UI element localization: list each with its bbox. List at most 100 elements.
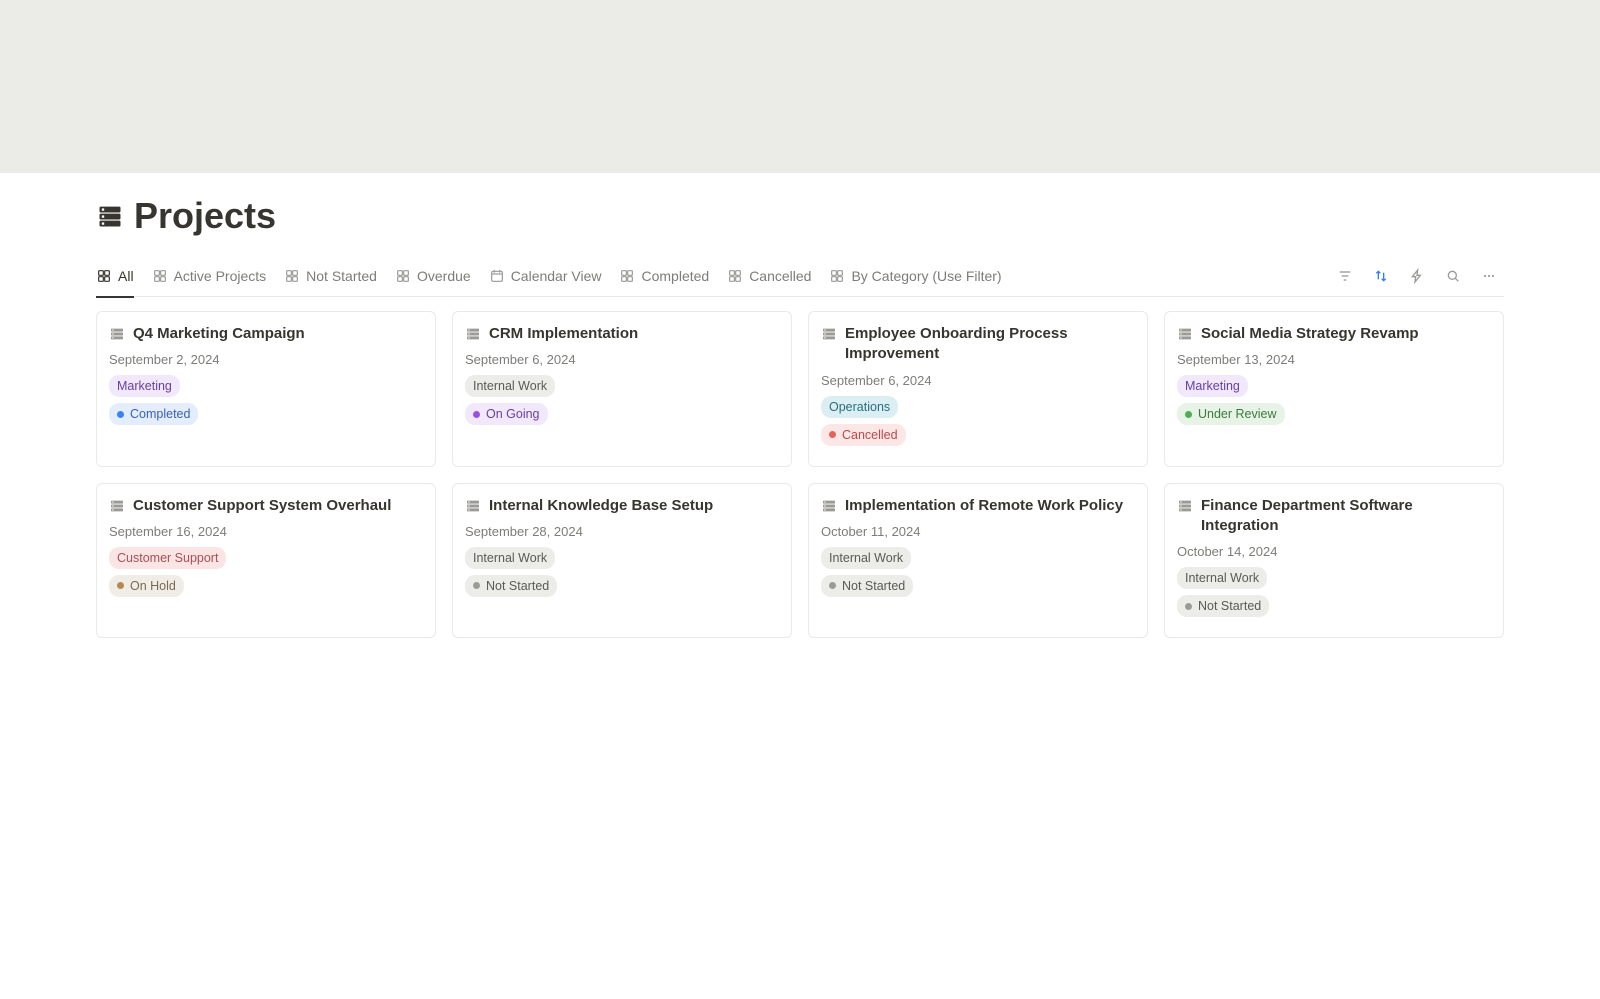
gallery-icon (152, 268, 168, 284)
list-icon (109, 496, 125, 514)
filter-icon[interactable] (1334, 265, 1356, 287)
category-label: Internal Work (473, 549, 547, 567)
list-icon (465, 496, 481, 514)
status-dot-icon (1185, 411, 1192, 418)
status-tag: Not Started (821, 575, 913, 597)
card-date: September 13, 2024 (1177, 352, 1491, 367)
card-date: September 6, 2024 (821, 373, 1135, 388)
list-icon (109, 324, 125, 342)
card-title: Customer Support System Overhaul (133, 496, 391, 516)
status-label: Not Started (842, 577, 905, 595)
tab-by-category-use-filter[interactable]: By Category (Use Filter) (829, 255, 1001, 297)
sort-icon[interactable] (1370, 265, 1392, 287)
tab-all[interactable]: All (96, 255, 134, 297)
status-tag: Not Started (1177, 595, 1269, 617)
gallery-icon (96, 268, 112, 284)
category-label: Marketing (117, 377, 172, 395)
search-icon[interactable] (1442, 265, 1464, 287)
card-title: CRM Implementation (489, 324, 638, 344)
calendar-icon (489, 268, 505, 284)
views-tabs: All Active Projects Not Started Overdue Cale… (96, 255, 1334, 297)
status-dot-icon (1185, 603, 1192, 610)
category-tag: Customer Support (109, 547, 226, 569)
status-tag: Completed (109, 403, 198, 425)
tab-label: Overdue (417, 268, 471, 284)
category-tag: Marketing (109, 375, 180, 397)
tab-cancelled[interactable]: Cancelled (727, 255, 811, 297)
list-icon (1177, 324, 1193, 342)
tab-completed[interactable]: Completed (619, 255, 709, 297)
project-card[interactable]: Internal Knowledge Base Setup September 2… (452, 483, 792, 639)
tab-calendar-view[interactable]: Calendar View (489, 255, 602, 297)
status-label: On Going (486, 405, 540, 423)
status-dot-icon (117, 582, 124, 589)
category-tag: Internal Work (821, 547, 911, 569)
status-label: Cancelled (842, 426, 898, 444)
category-label: Internal Work (829, 549, 903, 567)
gallery-icon (284, 268, 300, 284)
cards-grid: Q4 Marketing CampaignSeptember 2, 2024Ma… (96, 297, 1504, 638)
status-tag: Cancelled (821, 424, 906, 446)
project-card[interactable]: Social Media Strategy Revamp September 13… (1164, 311, 1504, 467)
tab-label: Active Projects (174, 268, 267, 284)
card-title: Internal Knowledge Base Setup (489, 496, 713, 516)
card-date: October 11, 2024 (821, 524, 1135, 539)
gallery-icon (619, 268, 635, 284)
project-card[interactable]: Q4 Marketing CampaignSeptember 2, 2024Ma… (96, 311, 436, 467)
category-tag: Marketing (1177, 375, 1248, 397)
status-tag: On Going (465, 403, 548, 425)
tab-label: All (118, 268, 134, 284)
card-date: September 2, 2024 (109, 352, 423, 367)
automation-icon[interactable] (1406, 265, 1428, 287)
category-tag: Internal Work (465, 375, 555, 397)
tab-active-projects[interactable]: Active Projects (152, 255, 267, 297)
project-card[interactable]: Finance Department Software Integration O… (1164, 483, 1504, 639)
tab-overdue[interactable]: Overdue (395, 255, 471, 297)
page-title-row: Projects (96, 173, 1504, 247)
status-dot-icon (473, 582, 480, 589)
category-tag: Internal Work (465, 547, 555, 569)
tab-label: Cancelled (749, 268, 811, 284)
category-label: Internal Work (1185, 569, 1259, 587)
project-card[interactable]: Employee Onboarding Process Improvement S… (808, 311, 1148, 467)
card-title: Implementation of Remote Work Policy (845, 496, 1123, 516)
category-label: Customer Support (117, 549, 218, 567)
list-icon (96, 202, 124, 230)
card-date: September 28, 2024 (465, 524, 779, 539)
tab-not-started[interactable]: Not Started (284, 255, 377, 297)
gallery-icon (395, 268, 411, 284)
card-title-row: Internal Knowledge Base Setup (465, 496, 779, 516)
card-title-row: Social Media Strategy Revamp (1177, 324, 1491, 344)
card-title-row: Employee Onboarding Process Improvement (821, 324, 1135, 365)
status-tag: Not Started (465, 575, 557, 597)
list-icon (821, 496, 837, 514)
page-cover (0, 0, 1600, 173)
card-title-row: Finance Department Software Integration (1177, 496, 1491, 537)
card-title: Social Media Strategy Revamp (1201, 324, 1419, 344)
card-title-row: Customer Support System Overhaul (109, 496, 423, 516)
category-label: Marketing (1185, 377, 1240, 395)
gallery-icon (829, 268, 845, 284)
status-dot-icon (117, 411, 124, 418)
status-label: Not Started (1198, 597, 1261, 615)
views-tabs-row: All Active Projects Not Started Overdue Cale… (96, 255, 1504, 297)
card-title: Finance Department Software Integration (1201, 496, 1491, 537)
status-label: Not Started (486, 577, 549, 595)
list-icon (1177, 496, 1193, 514)
status-label: Completed (130, 405, 190, 423)
project-card[interactable]: CRM Implementation September 6, 2024 Inter… (452, 311, 792, 467)
card-date: September 6, 2024 (465, 352, 779, 367)
category-tag: Operations (821, 396, 898, 418)
tab-label: Not Started (306, 268, 377, 284)
list-icon (821, 324, 837, 342)
view-toolbar (1334, 265, 1504, 287)
project-card[interactable]: Implementation of Remote Work Policy Octo… (808, 483, 1148, 639)
project-card[interactable]: Customer Support System OverhaulSeptembe… (96, 483, 436, 639)
gallery-icon (727, 268, 743, 284)
status-label: On Hold (130, 577, 176, 595)
card-date: October 14, 2024 (1177, 544, 1491, 559)
more-icon[interactable] (1478, 265, 1500, 287)
status-dot-icon (829, 431, 836, 438)
category-label: Operations (829, 398, 890, 416)
category-label: Internal Work (473, 377, 547, 395)
